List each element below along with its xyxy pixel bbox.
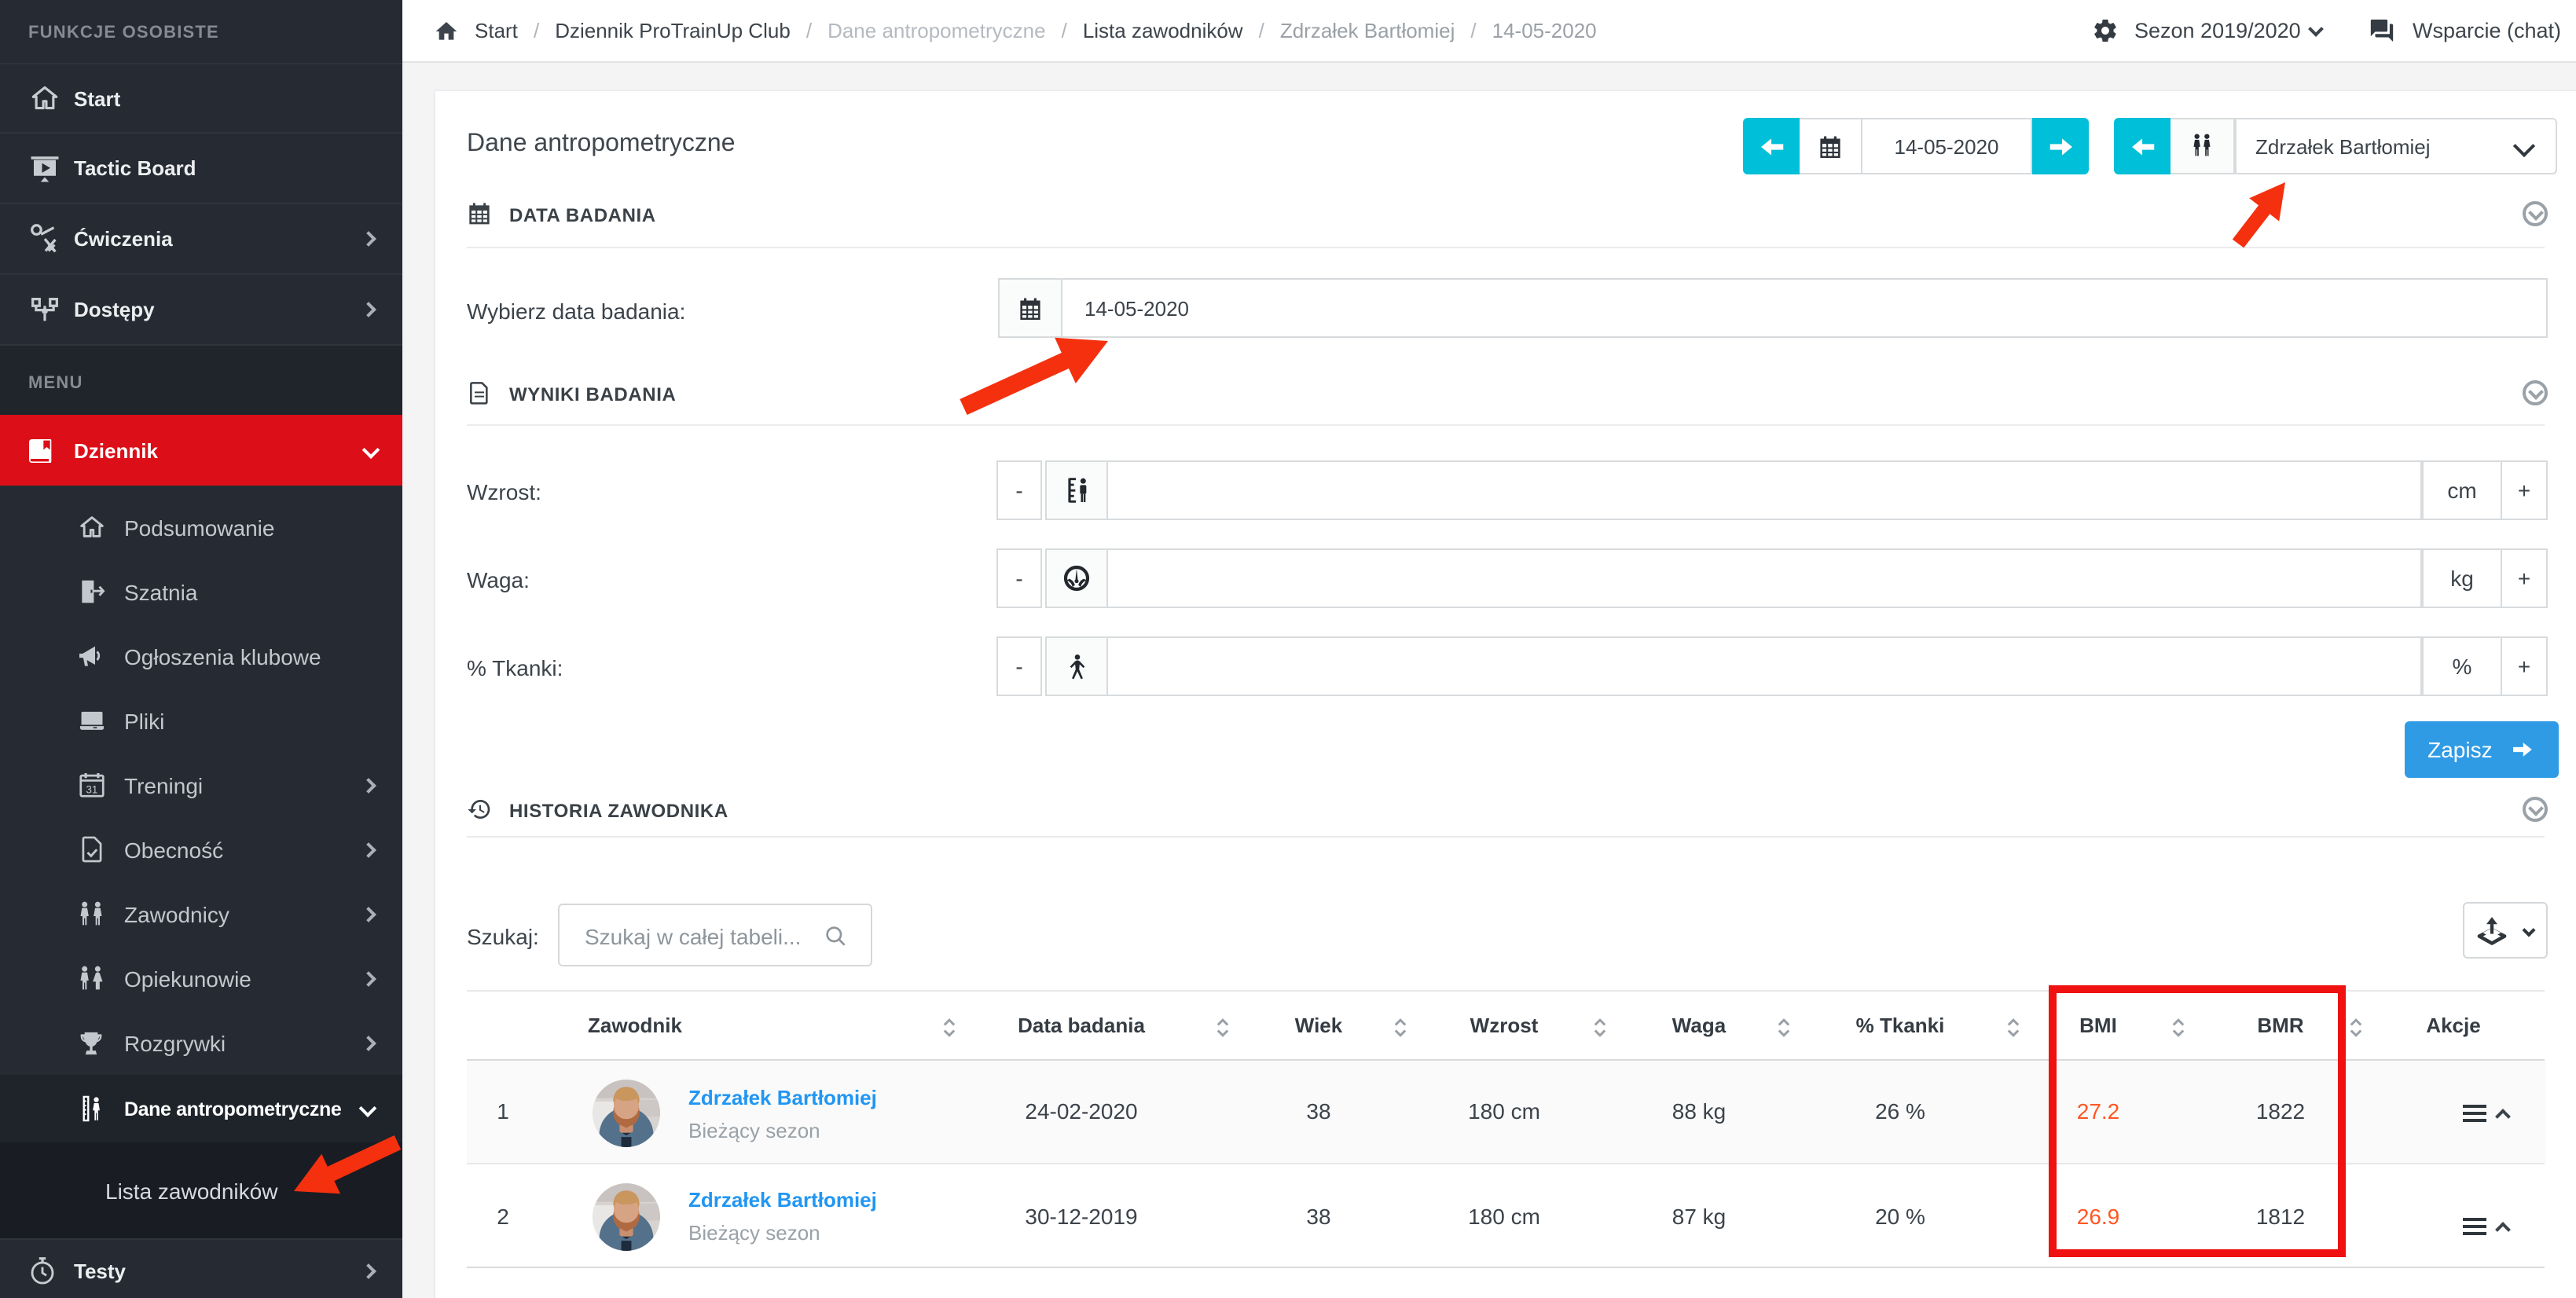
- svg-text:31: 31: [85, 783, 97, 795]
